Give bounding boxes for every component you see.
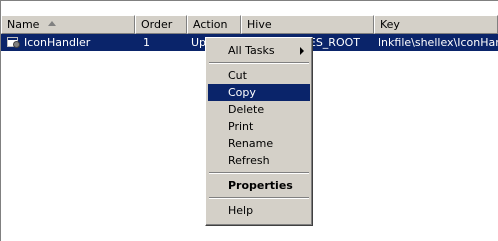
menu-item-label: Delete	[228, 103, 265, 116]
menu-item-label: Refresh	[228, 154, 270, 167]
menu-item-rename[interactable]: Rename	[208, 135, 310, 152]
column-header-label: Action	[193, 18, 228, 31]
cell-key: lnkfile\shellex\IconHandler	[378, 36, 498, 49]
column-header-label: Key	[380, 18, 400, 31]
menu-item-print[interactable]: Print	[208, 118, 310, 135]
cell-name: IconHandler	[1, 34, 135, 51]
menu-item-all-tasks[interactable]: All Tasks	[208, 42, 310, 59]
column-header-action[interactable]: Action	[187, 15, 241, 34]
menu-item-label: Copy	[228, 86, 256, 99]
column-header-hive[interactable]: Hive	[241, 15, 374, 34]
menu-item-label: Cut	[228, 69, 247, 82]
menu-separator	[209, 172, 309, 174]
menu-item-help[interactable]: Help	[208, 202, 310, 219]
menu-item-refresh[interactable]: Refresh	[208, 152, 310, 169]
menu-item-label: Rename	[228, 137, 274, 150]
menu-item-label: Help	[228, 204, 254, 217]
context-menu: All Tasks Cut Copy Delete Print Rename R…	[205, 37, 313, 226]
column-header-label: Name	[7, 18, 40, 31]
column-header-key[interactable]: Key	[374, 15, 498, 34]
sort-ascending-icon	[48, 21, 56, 26]
menu-item-label: Print	[228, 120, 254, 133]
menu-separator	[209, 197, 309, 199]
menu-separator	[209, 62, 309, 64]
menu-item-label: All Tasks	[228, 44, 275, 57]
shell-extension-icon	[7, 36, 21, 48]
column-header-name[interactable]: Name	[1, 15, 135, 34]
column-header-label: Hive	[247, 18, 272, 31]
submenu-arrow-icon	[300, 47, 304, 55]
menu-item-label: Properties	[228, 179, 293, 192]
list-header: Name Order Action Hive Key	[1, 15, 498, 34]
menu-item-delete[interactable]: Delete	[208, 101, 310, 118]
column-header-label: Order	[141, 18, 173, 31]
cell-name-text: IconHandler	[24, 36, 91, 49]
column-header-order[interactable]: Order	[135, 15, 187, 34]
menu-item-properties[interactable]: Properties	[208, 177, 310, 194]
menu-item-cut[interactable]: Cut	[208, 67, 310, 84]
menu-item-copy[interactable]: Copy	[208, 84, 310, 101]
cell-order: 1	[143, 36, 150, 49]
